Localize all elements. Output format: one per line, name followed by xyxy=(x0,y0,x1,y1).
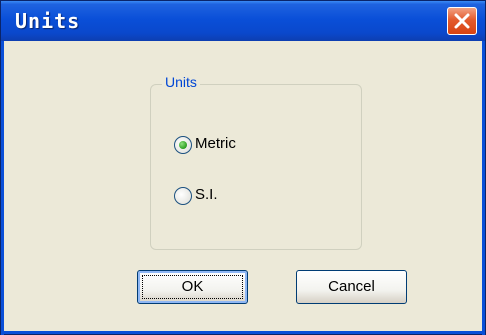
units-dialog: Units Units Metric S.I. OK Cancel xyxy=(0,0,486,335)
metric-radio[interactable] xyxy=(174,136,192,154)
units-groupbox xyxy=(150,84,362,250)
window-border-bottom xyxy=(1,331,485,334)
title-bar[interactable]: Units xyxy=(1,1,485,41)
ok-button-label: OK xyxy=(181,278,204,295)
cancel-button-label: Cancel xyxy=(328,278,375,295)
window-border-left xyxy=(1,41,4,335)
window-border-right xyxy=(482,41,485,335)
groupbox-legend: Units xyxy=(162,74,200,90)
close-icon xyxy=(454,13,470,29)
metric-radio-label[interactable]: Metric xyxy=(195,135,236,152)
close-button[interactable] xyxy=(447,7,477,35)
si-radio[interactable] xyxy=(174,187,192,205)
radio-selected-dot xyxy=(179,141,187,149)
window-title: Units xyxy=(15,9,81,33)
si-radio-label[interactable]: S.I. xyxy=(195,186,218,203)
ok-button[interactable]: OK xyxy=(137,270,248,304)
cancel-button[interactable]: Cancel xyxy=(296,270,407,304)
